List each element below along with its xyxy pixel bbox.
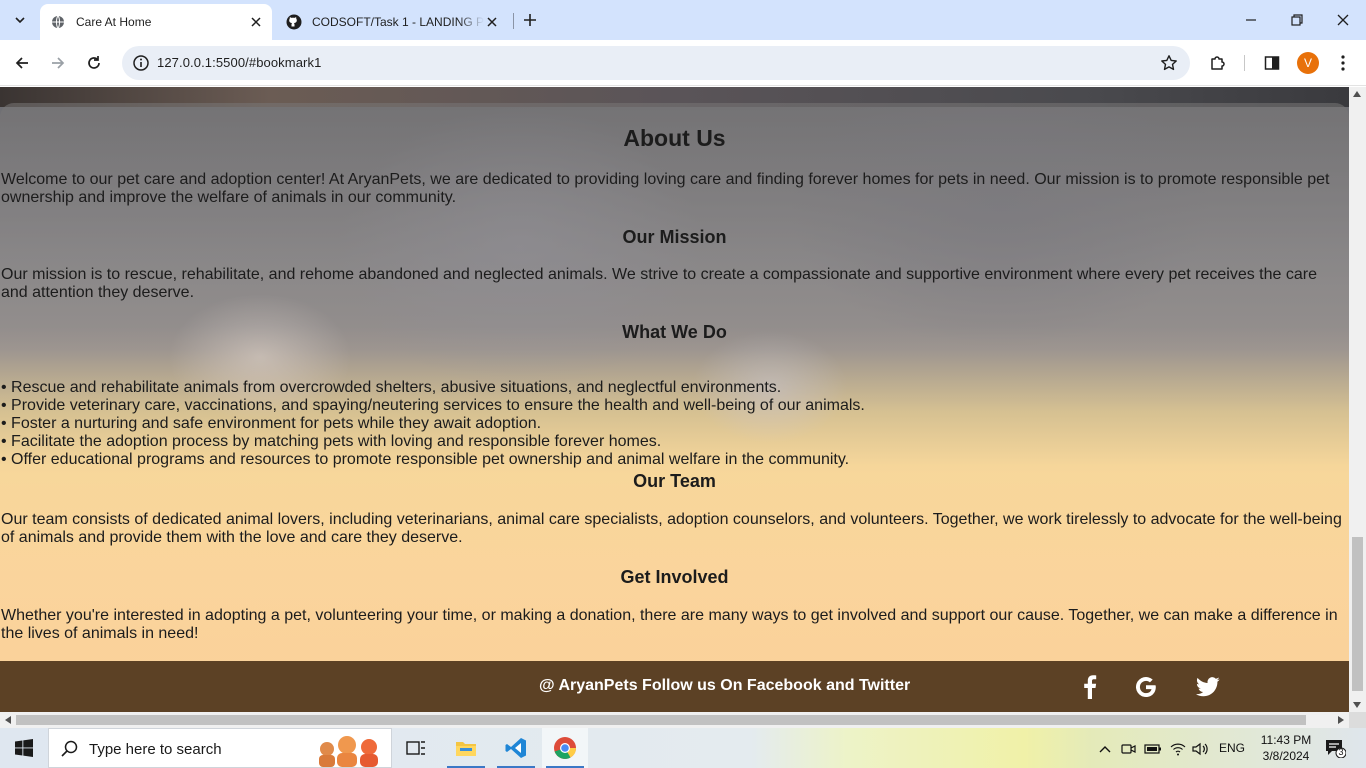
plus-icon [524, 14, 536, 26]
file-explorer-button[interactable] [443, 728, 489, 768]
page-viewport: About Us Welcome to our pet care and ado… [0, 87, 1349, 712]
search-highlight-illustration [319, 736, 378, 767]
task-view-icon [406, 741, 425, 755]
vertical-scroll-thumb[interactable] [1352, 537, 1363, 691]
list-item: • Offer educational programs and resourc… [1, 451, 850, 468]
close-tab-icon[interactable] [248, 14, 264, 30]
search-placeholder[interactable]: Type here to search [89, 741, 222, 758]
horizontal-scroll-thumb[interactable] [16, 715, 1306, 725]
about-text: Welcome to our pet care and adoption cen… [1, 171, 1330, 206]
tab-title: CODSOFT/Task 1 - LANDING PAGE [312, 15, 484, 29]
task-view-button[interactable] [393, 728, 439, 768]
chrome-menu-button[interactable] [1329, 49, 1357, 77]
clock-time: 11:43 PM [1260, 733, 1312, 747]
close-tab-icon[interactable] [484, 14, 500, 30]
minimize-button[interactable] [1228, 0, 1274, 40]
forward-button[interactable] [44, 49, 72, 77]
google-icon[interactable] [1133, 674, 1159, 700]
close-icon [1337, 14, 1349, 26]
meet-now-icon[interactable] [1120, 740, 1138, 758]
team-text: Our team consists of dedicated animal lo… [1, 511, 1342, 546]
profile-avatar[interactable]: V [1297, 52, 1319, 74]
reload-button[interactable] [80, 49, 108, 77]
arrow-left-icon [15, 57, 28, 69]
mission-title: Our Mission [622, 227, 727, 247]
list-item: • Rescue and rehabilitate animals from o… [1, 379, 782, 396]
footer-text: @ AryanPets Follow us On Facebook and Tw… [539, 677, 911, 694]
horizontal-scrollbar[interactable] [0, 712, 1349, 728]
reload-icon [88, 56, 100, 69]
input-language[interactable]: ENG [1219, 741, 1245, 755]
twitter-icon[interactable] [1195, 674, 1221, 700]
scrollbar-corner [1349, 712, 1366, 728]
chevron-down-icon [15, 17, 25, 24]
toolbar-separator [1244, 55, 1245, 71]
start-button[interactable] [0, 728, 48, 768]
close-window-button[interactable] [1320, 0, 1366, 40]
involved-text: Whether you're interested in adopting a … [1, 607, 1338, 642]
battery-icon[interactable] [1144, 740, 1162, 758]
chrome-icon [554, 737, 576, 759]
more-vertical-icon [1341, 55, 1345, 71]
url-text[interactable]: 127.0.0.1:5500/#bookmark1 [157, 55, 321, 70]
scroll-up-icon[interactable] [1353, 91, 1361, 97]
puzzle-icon [1211, 56, 1225, 70]
browser-tab-bar: Care At Home CODSOFT/Task 1 - LANDING PA… [0, 0, 1366, 40]
system-clock[interactable]: 11:43 PM 3/8/2024 [1256, 732, 1316, 764]
address-bar[interactable]: 127.0.0.1:5500/#bookmark1 [122, 46, 1190, 80]
notification-center-button[interactable]: 3 [1324, 738, 1347, 759]
side-panel-icon [1264, 56, 1280, 70]
bookmark-star-icon[interactable] [1160, 54, 1178, 72]
arrow-right-icon [52, 57, 65, 69]
taskbar-search[interactable]: Type here to search [48, 728, 392, 768]
tab-search-button[interactable] [8, 8, 32, 32]
mission-text: Our mission is to rescue, rehabilitate, … [1, 266, 1317, 301]
whatwedo-title: What We Do [622, 322, 727, 342]
wifi-icon[interactable] [1169, 740, 1187, 758]
about-title: About Us [623, 125, 726, 151]
tab-care-at-home[interactable]: Care At Home [40, 4, 272, 40]
list-item: • Facilitate the adoption process by mat… [1, 433, 662, 450]
search-icon [61, 740, 78, 757]
globe-icon [50, 14, 66, 30]
vscode-button[interactable] [493, 728, 539, 768]
whatwedo-list: • Rescue and rehabilitate animals from o… [1, 379, 865, 469]
list-item: • Foster a nurturing and safe environmen… [1, 415, 542, 432]
notification-count: 3 [1338, 747, 1344, 757]
new-tab-button[interactable] [518, 8, 542, 32]
chrome-button[interactable] [542, 728, 588, 768]
tab-codsoft[interactable]: CODSOFT/Task 1 - LANDING PAGE [276, 4, 508, 40]
scroll-left-icon[interactable] [5, 716, 11, 724]
back-button[interactable] [8, 49, 36, 77]
github-icon [286, 14, 302, 30]
chevron-up-icon [1099, 746, 1111, 753]
tab-divider [513, 13, 514, 29]
scroll-right-icon[interactable] [1338, 716, 1344, 724]
site-info-icon[interactable] [132, 54, 150, 72]
restore-button[interactable] [1274, 0, 1320, 40]
folder-icon [456, 742, 476, 756]
windows-logo-icon [15, 739, 33, 757]
tab-title: Care At Home [76, 15, 152, 29]
team-title: Our Team [633, 471, 716, 491]
clock-date: 3/8/2024 [1262, 749, 1310, 763]
vertical-scrollbar[interactable] [1349, 87, 1366, 712]
extensions-button[interactable] [1204, 49, 1232, 77]
minimize-icon [1246, 19, 1256, 21]
vscode-icon [505, 738, 526, 758]
volume-icon[interactable] [1192, 740, 1210, 758]
scroll-down-icon[interactable] [1353, 702, 1361, 708]
list-item: • Provide veterinary care, vaccinations,… [1, 397, 865, 414]
side-panel-button[interactable] [1258, 49, 1286, 77]
facebook-icon[interactable] [1077, 674, 1103, 700]
restore-icon [1291, 14, 1303, 26]
windows-taskbar: Type here to search ENG 11:43 PM 3/8/202… [0, 728, 1366, 768]
browser-toolbar: 127.0.0.1:5500/#bookmark1 [0, 40, 1366, 86]
show-hidden-icons-button[interactable] [1096, 740, 1114, 758]
about-section: About Us Welcome to our pet care and ado… [0, 103, 1349, 661]
page-footer: @ AryanPets Follow us On Facebook and Tw… [0, 661, 1349, 712]
involved-title: Get Involved [620, 567, 729, 587]
